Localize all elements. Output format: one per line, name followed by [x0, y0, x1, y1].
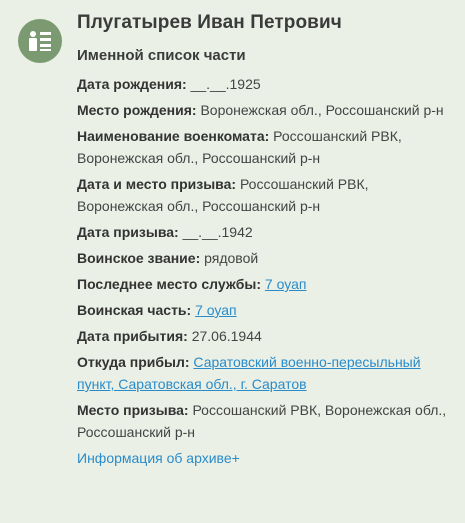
field-label: Откуда прибыл: [77, 354, 190, 370]
archive-info-link[interactable]: Информация об архиве+ [77, 447, 452, 469]
field-draft-date: Дата призыва: __.__.1942 [77, 221, 452, 243]
record-details: Плугатырев Иван Петрович Именной список … [77, 10, 452, 469]
person-name: Плугатырев Иван Петрович [77, 12, 342, 33]
field-draft-place: Место призыва: Россошанский РВК, Воронеж… [77, 399, 452, 443]
field-label: Наименование военкомата: [77, 128, 270, 144]
field-label: Место рождения: [77, 102, 197, 118]
field-label: Дата и место призыва: [77, 176, 237, 192]
field-value: __.__.1925 [190, 76, 261, 92]
field-label: Воинское звание: [77, 250, 201, 266]
field-label: Дата призыва: [77, 224, 179, 240]
field-label: Дата рождения: [77, 76, 187, 92]
field-arrival-date: Дата прибытия: 27.06.1944 [77, 325, 452, 347]
field-birth-date: Дата рождения: __.__.1925 [77, 73, 452, 95]
field-label: Место призыва: [77, 402, 189, 418]
unit-link[interactable]: 7 оуап [195, 302, 237, 318]
field-value: __.__.1942 [182, 224, 253, 240]
field-arrived-from: Откуда прибыл: Саратовский военно-пересы… [77, 351, 452, 395]
field-draft-date-place: Дата и место призыва: Россошанский РВК, … [77, 173, 452, 217]
field-value: 27.06.1944 [191, 328, 262, 344]
source-title: Именной список части [77, 47, 246, 64]
field-label: Дата прибытия: [77, 328, 188, 344]
field-commissariat: Наименование военкомата: Россошанский РВ… [77, 125, 452, 169]
field-value: Воронежская обл., Россошанский р-н [200, 102, 444, 118]
field-value: рядовой [204, 250, 259, 266]
record-card: Плугатырев Иван Петрович Именной список … [0, 0, 465, 523]
field-rank: Воинское звание: рядовой [77, 247, 452, 269]
document-list-icon [18, 19, 62, 63]
last-service-link[interactable]: 7 оуап [265, 276, 307, 292]
field-birth-place: Место рождения: Воронежская обл., Россош… [77, 99, 452, 121]
field-label: Последнее место службы: [77, 276, 262, 292]
field-last-service: Последнее место службы: 7 оуап [77, 273, 452, 295]
field-label: Воинская часть: [77, 302, 192, 318]
field-unit: Воинская часть: 7 оуап [77, 299, 452, 321]
